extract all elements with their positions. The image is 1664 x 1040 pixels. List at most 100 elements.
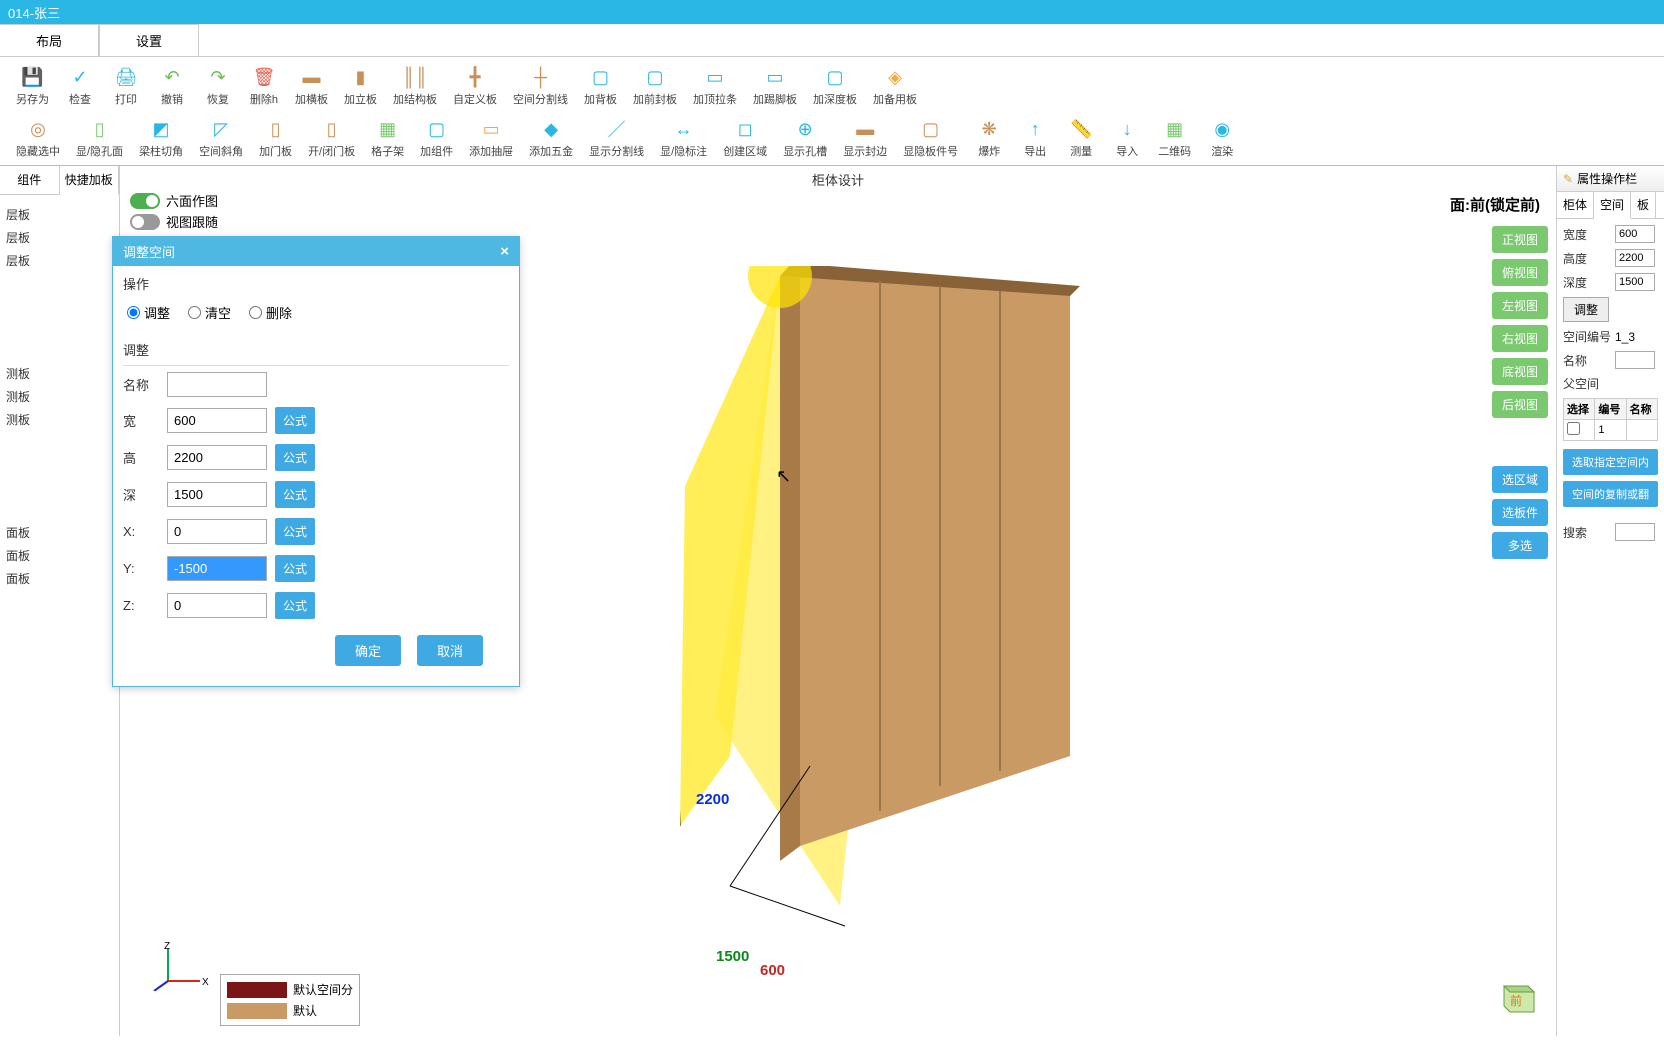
tool-开/闭门板[interactable]: ▯开/闭门板 bbox=[300, 115, 363, 161]
tool-渲染[interactable]: ◉渲染 bbox=[1199, 115, 1245, 161]
menu-tab-settings[interactable]: 设置 bbox=[99, 24, 199, 56]
tool-加前封板[interactable]: ▢加前封板 bbox=[625, 63, 685, 109]
input-深[interactable] bbox=[167, 482, 267, 507]
toggle-switch-icon[interactable] bbox=[130, 193, 160, 209]
view-back-button[interactable]: 后视图 bbox=[1492, 391, 1548, 418]
close-icon[interactable]: × bbox=[500, 243, 509, 260]
tool-显隐板件号[interactable]: ▢显隐板件号 bbox=[895, 115, 966, 161]
ok-button[interactable]: 确定 bbox=[335, 635, 401, 666]
left-tab-quickboard[interactable]: 快捷加板 bbox=[60, 166, 120, 195]
tool-显示封边[interactable]: ▬显示封边 bbox=[835, 115, 895, 161]
view-bottom-button[interactable]: 底视图 bbox=[1492, 358, 1548, 385]
pick-space-button[interactable]: 选取指定空间内 bbox=[1563, 449, 1658, 475]
tool-空间斜角[interactable]: ◸空间斜角 bbox=[191, 115, 251, 161]
left-tab-components[interactable]: 组件 bbox=[0, 166, 60, 194]
tool-隐藏选中[interactable]: ◎隐藏选中 bbox=[8, 115, 68, 161]
row-checkbox[interactable] bbox=[1567, 422, 1580, 435]
adjust-button[interactable]: 调整 bbox=[1563, 297, 1609, 322]
tool-创建区域[interactable]: ◻创建区域 bbox=[715, 115, 775, 161]
list-item[interactable]: 面板 bbox=[4, 521, 115, 544]
list-item[interactable]: 面板 bbox=[4, 544, 115, 567]
view-right-button[interactable]: 右视图 bbox=[1492, 325, 1548, 352]
list-item[interactable]: 面板 bbox=[4, 567, 115, 590]
tool-显示分割线[interactable]: ／显示分割线 bbox=[581, 115, 652, 161]
right-tab-space[interactable]: 空间 bbox=[1594, 192, 1631, 219]
toggle-viewfollow[interactable]: 视图跟随 bbox=[130, 212, 218, 231]
depth-input[interactable] bbox=[1615, 273, 1655, 291]
tool-删除h[interactable]: 🗑删除h bbox=[241, 63, 287, 109]
tool-格子架[interactable]: ▦格子架 bbox=[363, 115, 412, 161]
tool-梁柱切角[interactable]: ◩梁柱切角 bbox=[131, 115, 191, 161]
tool-检查[interactable]: ✓检查 bbox=[57, 63, 103, 109]
radio-delete[interactable]: 删除 bbox=[249, 303, 292, 322]
toggle-sixface[interactable]: 六面作图 bbox=[130, 191, 218, 210]
tool-显/隐孔面[interactable]: ▯显/隐孔面 bbox=[68, 115, 131, 161]
toggle-switch-icon[interactable] bbox=[130, 214, 160, 230]
height-input[interactable] bbox=[1615, 249, 1655, 267]
tool-恢复[interactable]: ↷恢复 bbox=[195, 63, 241, 109]
tool-自定义板[interactable]: ╋自定义板 bbox=[445, 63, 505, 109]
tool-加备用板[interactable]: ◈加备用板 bbox=[865, 63, 925, 109]
right-tab-cabinet[interactable]: 柜体 bbox=[1557, 192, 1594, 218]
tool-另存为[interactable]: 💾另存为 bbox=[8, 63, 57, 109]
input-宽[interactable] bbox=[167, 408, 267, 433]
formula-button[interactable]: 公式 bbox=[275, 407, 315, 434]
radio-clear[interactable]: 清空 bbox=[188, 303, 231, 322]
formula-button[interactable]: 公式 bbox=[275, 481, 315, 508]
tool-导入[interactable]: ↓导入 bbox=[1104, 115, 1150, 161]
search-input[interactable] bbox=[1615, 523, 1655, 541]
list-item[interactable]: 测板 bbox=[4, 362, 115, 385]
multi-select-button[interactable]: 多选 bbox=[1492, 532, 1548, 559]
tool-加深度板[interactable]: ▢加深度板 bbox=[805, 63, 865, 109]
tool-爆炸[interactable]: ❋爆炸 bbox=[966, 115, 1012, 161]
tool-空间分割线[interactable]: ┼空间分割线 bbox=[505, 63, 576, 109]
list-item[interactable]: 测板 bbox=[4, 408, 115, 431]
tool-添加五金[interactable]: ◆添加五金 bbox=[521, 115, 581, 161]
tool-加踢脚板[interactable]: ▭加踢脚板 bbox=[745, 63, 805, 109]
tool-打印[interactable]: 🖨打印 bbox=[103, 63, 149, 109]
input-名称[interactable] bbox=[167, 372, 267, 397]
nav-cube-icon[interactable]: 前 bbox=[1492, 972, 1540, 1020]
tool-测量[interactable]: 📏测量 bbox=[1058, 115, 1104, 161]
list-item[interactable]: 层板 bbox=[4, 203, 115, 226]
name-input[interactable] bbox=[1615, 351, 1655, 369]
formula-button[interactable]: 公式 bbox=[275, 518, 315, 545]
tool-加结构板[interactable]: ║║加结构板 bbox=[385, 63, 445, 109]
formula-button[interactable]: 公式 bbox=[275, 555, 315, 582]
table-row[interactable]: 1 bbox=[1564, 420, 1658, 441]
tool-加顶拉条[interactable]: ▭加顶拉条 bbox=[685, 63, 745, 109]
formula-button[interactable]: 公式 bbox=[275, 444, 315, 471]
right-tab-board[interactable]: 板 bbox=[1631, 192, 1656, 218]
formula-button[interactable]: 公式 bbox=[275, 592, 315, 619]
cancel-button[interactable]: 取消 bbox=[417, 635, 483, 666]
tool-加门板[interactable]: ▯加门板 bbox=[251, 115, 300, 161]
input-高[interactable] bbox=[167, 445, 267, 470]
tool-显/隐标注[interactable]: ↔显/隐标注 bbox=[652, 115, 715, 161]
input-X:[interactable] bbox=[167, 519, 267, 544]
dialog-titlebar[interactable]: 调整空间 × bbox=[113, 237, 519, 266]
view-top-button[interactable]: 俯视图 bbox=[1492, 259, 1548, 286]
cabinet-3d-view[interactable] bbox=[680, 266, 1240, 986]
tool-加立板[interactable]: ▮加立板 bbox=[336, 63, 385, 109]
input-Y:[interactable] bbox=[167, 556, 267, 581]
list-item[interactable]: 层板 bbox=[4, 249, 115, 272]
list-item[interactable]: 层板 bbox=[4, 226, 115, 249]
tool-二维码[interactable]: ▦二维码 bbox=[1150, 115, 1199, 161]
tool-添加抽屉[interactable]: ▭添加抽屉 bbox=[461, 115, 521, 161]
view-front-button[interactable]: 正视图 bbox=[1492, 226, 1548, 253]
view-left-button[interactable]: 左视图 bbox=[1492, 292, 1548, 319]
width-input[interactable] bbox=[1615, 225, 1655, 243]
list-item[interactable]: 测板 bbox=[4, 385, 115, 408]
tool-加组件[interactable]: ▢加组件 bbox=[412, 115, 461, 161]
tool-加背板[interactable]: ▢加背板 bbox=[576, 63, 625, 109]
tool-显示孔槽[interactable]: ⊕显示孔槽 bbox=[775, 115, 835, 161]
select-board-button[interactable]: 选板件 bbox=[1492, 499, 1548, 526]
tool-加横板[interactable]: ▬加横板 bbox=[287, 63, 336, 109]
copy-space-button[interactable]: 空间的复制或翻 bbox=[1563, 481, 1658, 507]
tool-导出[interactable]: ↑导出 bbox=[1012, 115, 1058, 161]
radio-adjust[interactable]: 调整 bbox=[127, 303, 170, 322]
menu-tab-layout[interactable]: 布局 bbox=[0, 24, 99, 56]
input-Z:[interactable] bbox=[167, 593, 267, 618]
select-region-button[interactable]: 选区域 bbox=[1492, 466, 1548, 493]
tool-撤销[interactable]: ↶撤销 bbox=[149, 63, 195, 109]
